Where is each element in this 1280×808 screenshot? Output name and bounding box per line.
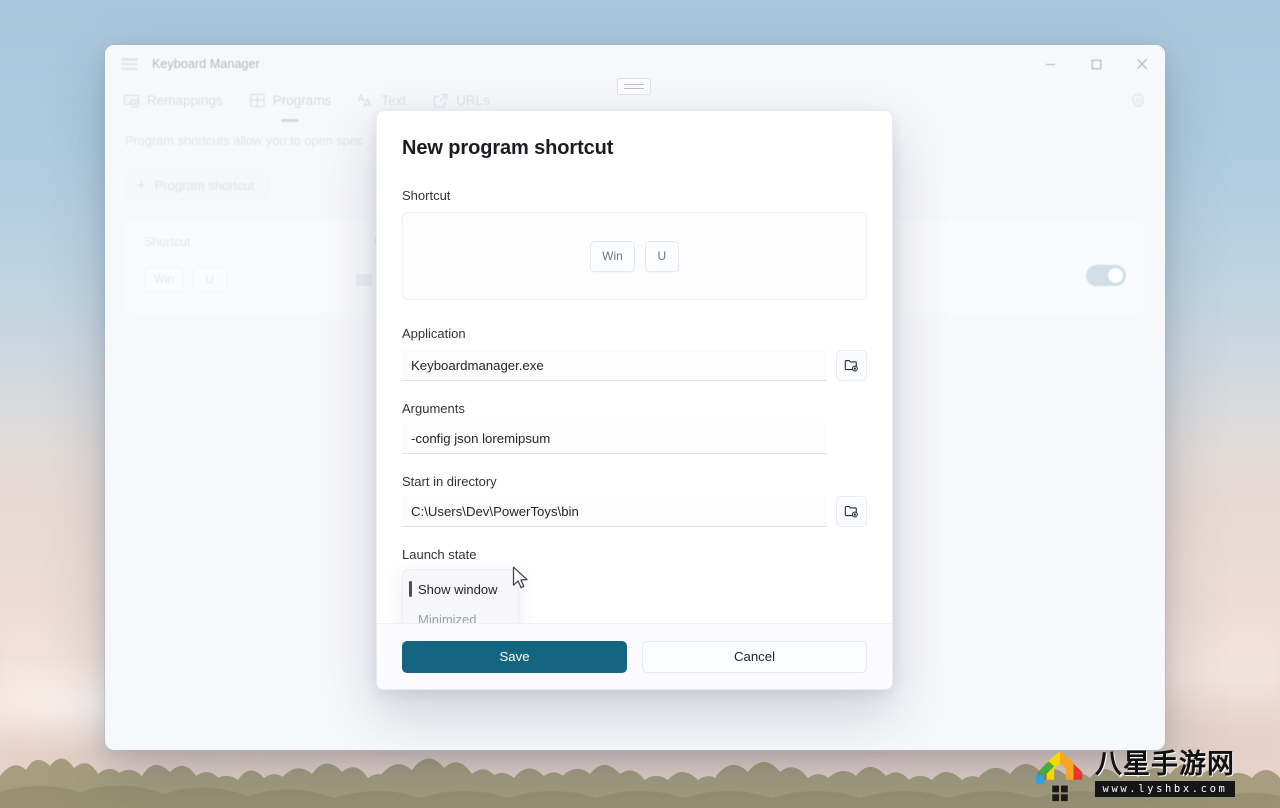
start-in-directory-input[interactable]: [402, 496, 827, 527]
key-chip-u: U: [644, 240, 679, 272]
drag-handle-icon: [624, 83, 644, 86]
drag-handle-icon: [624, 87, 644, 90]
folder-browse-icon: [844, 505, 858, 518]
application-browse-button[interactable]: [836, 350, 867, 381]
arguments-label: Arguments: [402, 401, 465, 416]
application-row: [402, 350, 867, 381]
new-program-shortcut-dialog: New program shortcut Shortcut Win U Appl…: [376, 110, 893, 690]
mouse-cursor: [512, 566, 528, 589]
shortcut-capture-box[interactable]: Win U: [402, 212, 867, 300]
dropdown-option-show-window[interactable]: Show window: [403, 574, 518, 604]
save-button[interactable]: Save: [402, 640, 627, 673]
launch-state-combobox[interactable]: Show window Minimized: [402, 569, 867, 623]
dropdown-option-label: Show window: [418, 581, 498, 597]
watermark-url: www.lyshbx.com: [1095, 781, 1235, 797]
dialog-title: New program shortcut: [402, 137, 614, 159]
dialog-footer: Save Cancel: [377, 623, 892, 689]
application-input[interactable]: [402, 350, 827, 381]
watermark-site-name: 八星手游网: [1095, 749, 1235, 780]
application-label: Application: [402, 326, 466, 341]
start-in-directory-row: [402, 496, 867, 527]
desktop-wallpaper: Keyboard Manager: [0, 0, 1280, 808]
dropdown-option-minimized[interactable]: Minimized: [403, 604, 518, 624]
folder-browse-icon: [844, 359, 858, 372]
arguments-row: [402, 423, 867, 454]
start-in-directory-label: Start in directory: [402, 474, 497, 489]
launch-state-label: Launch state: [402, 547, 477, 562]
arguments-input[interactable]: [402, 423, 827, 454]
dropdown-option-label: Minimized: [418, 611, 477, 624]
launch-state-dropdown: Show window Minimized: [402, 569, 519, 623]
shortcut-label: Shortcut: [402, 188, 451, 203]
save-button-label: Save: [499, 649, 530, 664]
start-in-directory-browse-button[interactable]: [836, 496, 867, 527]
watermark-logo-icon: [1035, 750, 1083, 802]
cancel-button[interactable]: Cancel: [642, 640, 867, 673]
key-chip-win: Win: [590, 240, 635, 272]
watermark-text-block: 八星手游网 www.lyshbx.com: [1095, 751, 1235, 797]
dialog-drag-handle[interactable]: [617, 78, 651, 95]
dialog-content: New program shortcut Shortcut Win U Appl…: [377, 111, 892, 623]
site-watermark: 八星手游网 www.lyshbx.com: [1025, 740, 1280, 808]
cancel-button-label: Cancel: [733, 649, 776, 664]
